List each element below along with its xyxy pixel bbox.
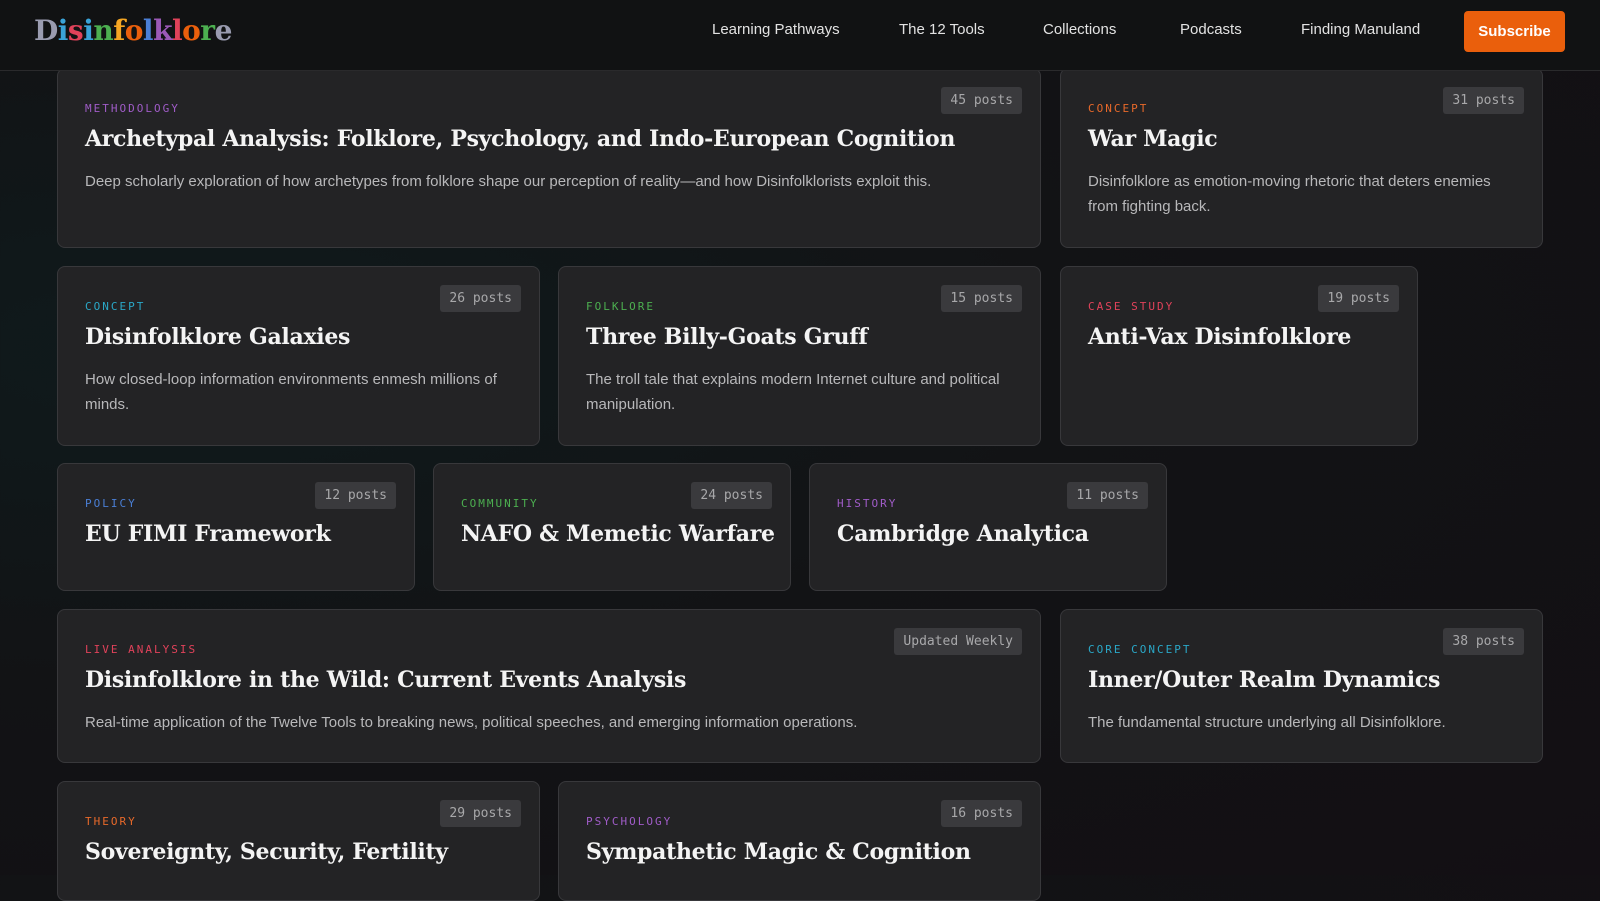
card-category: LIVE ANALYSIS (85, 643, 198, 656)
card-category: CORE CONCEPT (1088, 643, 1192, 656)
card-category: FOLKLORE (586, 300, 655, 313)
update-frequency-badge: Updated Weekly (894, 628, 1022, 655)
nav-collections[interactable]: Collections (1043, 21, 1116, 38)
card-title: Cambridge Analytica (837, 521, 1089, 547)
collection-card-nafo-memetic-warfare[interactable]: COMMUNITY 24 posts NAFO & Memetic Warfar… (433, 463, 791, 591)
top-navbar: Disinfolklore Learning Pathways The 12 T… (0, 0, 1600, 71)
post-count-badge: 45 posts (941, 87, 1022, 114)
card-title: Three Billy-Goats Gruff (586, 324, 868, 350)
post-count-badge: 19 posts (1318, 285, 1399, 312)
card-category: THEORY (85, 815, 137, 828)
collection-card-sovereignty-security-fertility[interactable]: THEORY 29 posts Sovereignty, Security, F… (57, 781, 540, 901)
card-category: COMMUNITY (461, 497, 539, 510)
card-category: POLICY (85, 497, 137, 510)
card-description: Deep scholarly exploration of how archet… (85, 173, 932, 190)
card-category: METHODOLOGY (85, 102, 180, 115)
post-count-badge: 12 posts (315, 482, 396, 509)
logo-letter: D (34, 14, 58, 47)
card-description: Real-time application of the Twelve Tool… (85, 714, 858, 731)
card-title: EU FIMI Framework (85, 521, 331, 547)
collection-card-sympathetic-magic-cognition[interactable]: PSYCHOLOGY 16 posts Sympathetic Magic & … (558, 781, 1041, 901)
nav-the-12-tools[interactable]: The 12 Tools (899, 21, 985, 38)
card-category: PSYCHOLOGY (586, 815, 673, 828)
collection-card-disinfolklore-in-the-wild[interactable]: LIVE ANALYSIS Updated Weekly Disinfolklo… (57, 609, 1041, 763)
logo-letter: l (142, 14, 154, 47)
card-category: HISTORY (837, 497, 898, 510)
card-title: NAFO & Memetic Warfare (461, 521, 775, 547)
nav-finding-manuland[interactable]: Finding Manuland (1301, 21, 1420, 38)
card-title: Sympathetic Magic & Cognition (586, 839, 971, 865)
subscribe-button[interactable]: Subscribe (1464, 11, 1565, 52)
card-description: The troll tale that explains modern Inte… (586, 371, 1000, 413)
card-description: How closed-loop information environments… (85, 371, 497, 413)
logo-letter: l (171, 14, 183, 47)
logo-letter: f (113, 14, 125, 47)
post-count-badge: 11 posts (1067, 482, 1148, 509)
card-category: CONCEPT (1088, 102, 1149, 115)
collection-card-anti-vax-disinfolklore[interactable]: CASE STUDY 19 posts Anti-Vax Disinfolklo… (1060, 266, 1418, 446)
card-title: Disinfolklore in the Wild: Current Event… (85, 667, 687, 693)
card-category: CASE STUDY (1088, 300, 1175, 313)
logo-letter: e (214, 14, 233, 47)
post-count-badge: 16 posts (941, 800, 1022, 827)
logo-letter: r (200, 14, 215, 47)
logo-letter: n (93, 14, 114, 47)
collection-card-eu-fimi-framework[interactable]: POLICY 12 posts EU FIMI Framework (57, 463, 415, 591)
logo-letter: o (124, 14, 144, 47)
post-count-badge: 31 posts (1443, 87, 1524, 114)
card-title: Disinfolklore Galaxies (85, 324, 351, 350)
card-title: Sovereignty, Security, Fertility (85, 839, 448, 865)
logo-letter: o (182, 14, 201, 47)
card-description: Disinfolklore as emotion-moving rhetoric… (1088, 173, 1491, 215)
card-category: CONCEPT (85, 300, 146, 313)
collection-card-cambridge-analytica[interactable]: HISTORY 11 posts Cambridge Analytica (809, 463, 1167, 591)
card-title: Inner/Outer Realm Dynamics (1088, 667, 1441, 693)
logo-letter: s (67, 14, 84, 47)
card-description: The fundamental structure underlying all… (1088, 714, 1446, 731)
collection-card-disinfolklore-galaxies[interactable]: CONCEPT 26 posts Disinfolklore Galaxies … (57, 266, 540, 446)
site-logo[interactable]: Disinfolklore (34, 14, 232, 47)
logo-letter: i (83, 14, 94, 47)
nav-podcasts[interactable]: Podcasts (1180, 21, 1242, 38)
collection-card-inner-outer-realm-dynamics[interactable]: CORE CONCEPT 38 posts Inner/Outer Realm … (1060, 609, 1543, 763)
logo-letter: k (153, 14, 172, 47)
logo-letter: i (57, 14, 69, 47)
nav-learning-pathways[interactable]: Learning Pathways (712, 21, 840, 38)
card-title: Anti-Vax Disinfolklore (1088, 324, 1352, 350)
post-count-badge: 15 posts (941, 285, 1022, 312)
post-count-badge: 26 posts (440, 285, 521, 312)
card-title: Archetypal Analysis: Folklore, Psycholog… (85, 126, 956, 152)
collection-card-war-magic[interactable]: CONCEPT 31 posts War Magic Disinfolklore… (1060, 68, 1543, 248)
post-count-badge: 29 posts (440, 800, 521, 827)
post-count-badge: 38 posts (1443, 628, 1524, 655)
collection-card-three-billy-goats-gruff[interactable]: FOLKLORE 15 posts Three Billy-Goats Gruf… (558, 266, 1041, 446)
post-count-badge: 24 posts (691, 482, 772, 509)
card-title: War Magic (1088, 126, 1218, 152)
collection-card-archetypal-analysis[interactable]: METHODOLOGY 45 posts Archetypal Analysis… (57, 68, 1041, 248)
